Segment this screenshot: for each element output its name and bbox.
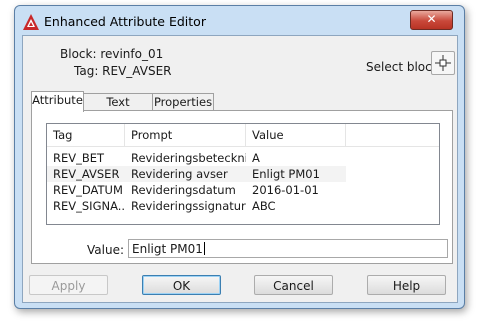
cell-tag: REV_DATUM xyxy=(53,183,123,197)
crosshair-icon xyxy=(435,55,451,71)
table-row[interactable]: REV_DATUM Revideringsdatum 2016-01-01 xyxy=(47,182,439,198)
tab-text-options[interactable]: Text Options xyxy=(82,93,154,126)
cell-value: ABC xyxy=(252,199,276,213)
value-text: Enligt PM01 xyxy=(132,242,203,256)
cell-prompt: Revideringssignatur xyxy=(131,199,246,213)
value-input[interactable]: Enligt PM01 xyxy=(128,239,448,258)
attribute-list[interactable]: Tag Prompt Value REV_BET Revideringsbete… xyxy=(46,123,440,225)
window-title: Enhanced Attribute Editor xyxy=(44,14,206,29)
attribute-tab-panel: Tag Prompt Value REV_BET Revideringsbete… xyxy=(31,110,453,264)
title-bar[interactable]: Enhanced Attribute Editor ✕ xyxy=(15,6,464,36)
tab-properties[interactable]: Properties xyxy=(152,93,214,111)
list-header: Tag Prompt Value xyxy=(47,124,439,147)
tag-name-label: Tag: REV_AVSER xyxy=(74,64,172,78)
column-header-value[interactable]: Value xyxy=(246,124,346,146)
select-block-button[interactable] xyxy=(431,51,455,75)
dialog-body: Block: revinfo_01 Tag: REV_AVSER Select … xyxy=(22,35,458,303)
cell-tag: REV_BET xyxy=(53,151,105,165)
cell-prompt: Revideringsbetecknі... xyxy=(131,151,246,165)
table-row[interactable]: REV_SIGNA... Revideringssignatur ABC xyxy=(47,198,439,214)
help-button[interactable]: Help xyxy=(367,275,446,295)
cell-tag: REV_SIGNA... xyxy=(53,199,125,213)
cell-value: Enligt PM01 xyxy=(246,166,346,182)
cell-prompt: Revidering avser xyxy=(125,166,246,182)
block-name-label: Block: revinfo_01 xyxy=(60,47,164,61)
cancel-button[interactable]: Cancel xyxy=(254,275,333,295)
apply-button[interactable]: Apply xyxy=(29,275,108,295)
tab-attribute[interactable]: Attribute xyxy=(31,91,84,112)
cell-prompt: Revideringsdatum xyxy=(131,183,236,197)
ok-button[interactable]: OK xyxy=(142,275,221,295)
table-row[interactable]: REV_BET Revideringsbetecknі... A xyxy=(47,150,439,166)
attribute-editor-window: Enhanced Attribute Editor ✕ Block: revin… xyxy=(14,5,465,309)
text-caret xyxy=(203,242,205,255)
cell-value: 2016-01-01 xyxy=(252,183,319,197)
close-icon: ✕ xyxy=(426,12,437,26)
table-row-selected[interactable]: REV_AVSER Revidering avser Enligt PM01 xyxy=(47,166,439,182)
cell-tag: REV_AVSER xyxy=(47,166,125,182)
autocad-icon xyxy=(23,14,39,30)
close-button[interactable]: ✕ xyxy=(410,10,453,30)
cell-value: A xyxy=(252,151,260,165)
column-header-tag[interactable]: Tag xyxy=(47,124,125,146)
value-label: Value: xyxy=(87,243,124,257)
column-header-prompt[interactable]: Prompt xyxy=(125,124,246,146)
select-block-label: Select block xyxy=(366,60,439,74)
